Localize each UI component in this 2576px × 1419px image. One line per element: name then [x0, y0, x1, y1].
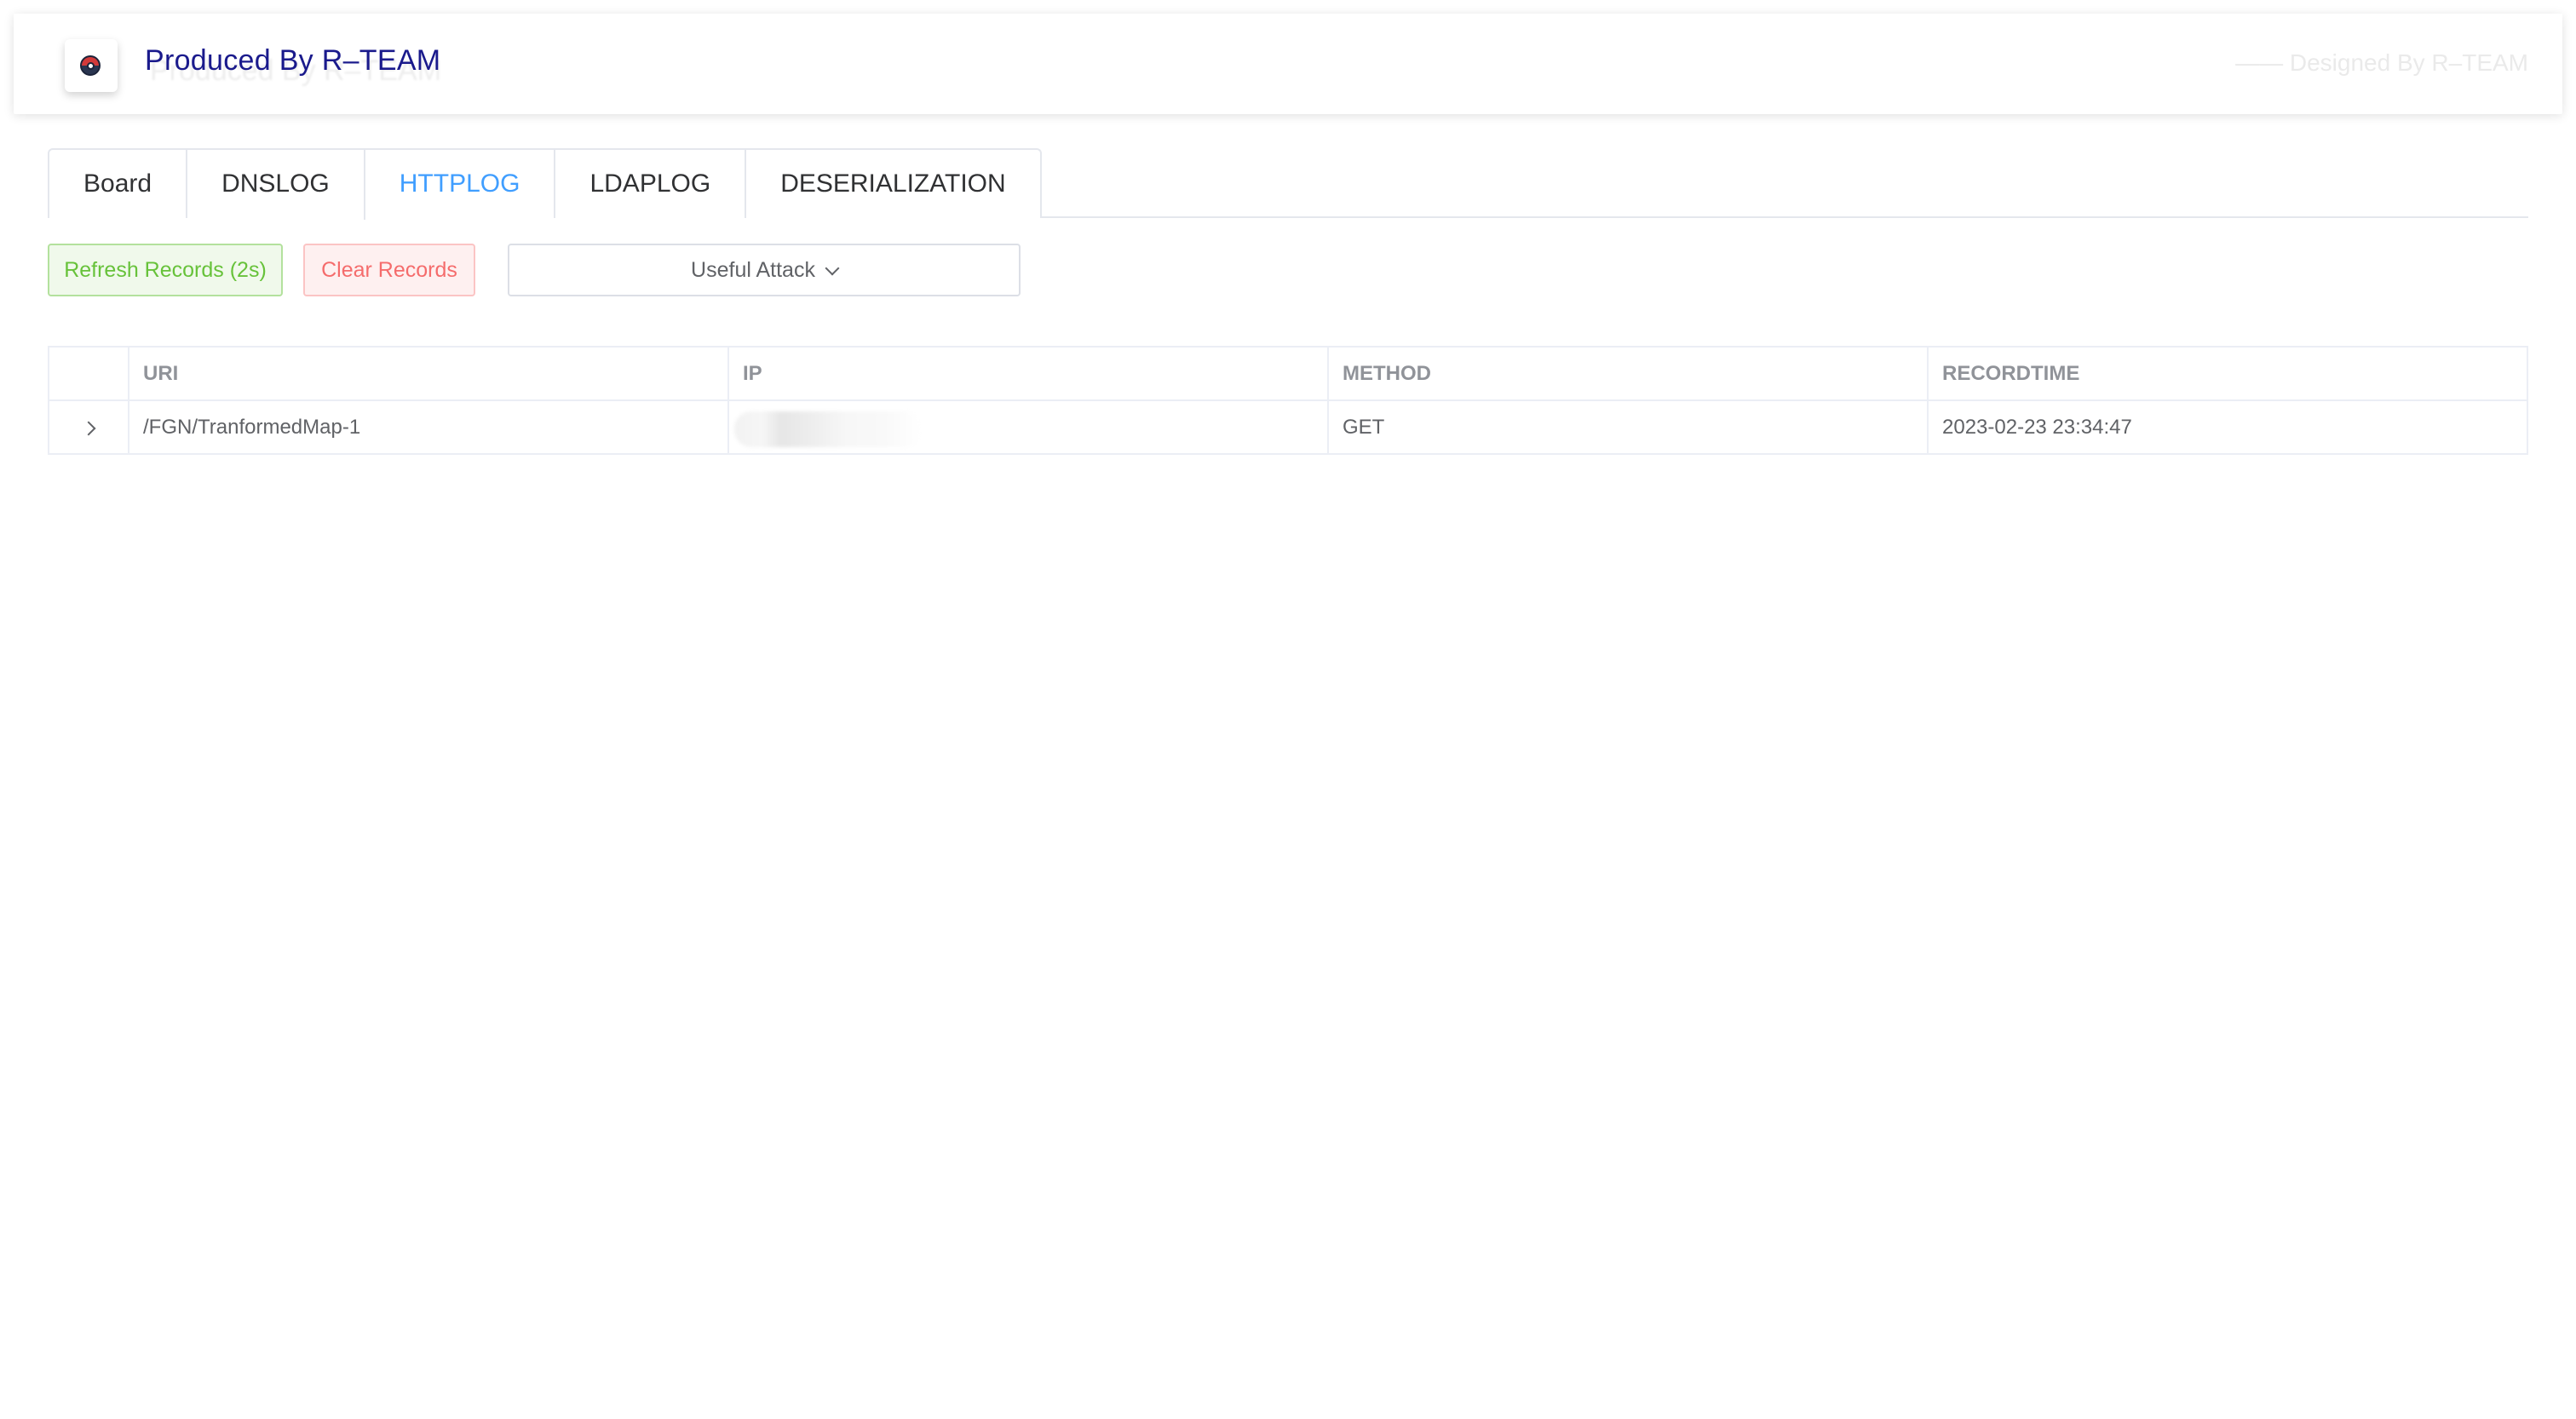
chevron-down-icon	[825, 261, 840, 276]
clear-records-button[interactable]: Clear Records	[303, 244, 475, 296]
cell-ip	[727, 399, 1329, 455]
column-header-uri: URI	[128, 346, 729, 401]
expand-column-header	[48, 346, 129, 401]
tab-strip: Board DNSLOG HTTPLOG LDAPLOG DESERIALIZA…	[48, 148, 1042, 220]
useful-attack-dropdown[interactable]: Useful Attack	[508, 244, 1021, 296]
column-header-method: METHOD	[1327, 346, 1929, 401]
column-header-ip: IP	[727, 346, 1329, 401]
brand-title: Produced By R–TEAM	[145, 44, 441, 77]
redacted-ip	[734, 411, 922, 447]
designed-by-text: —— Designed By R–TEAM	[2235, 49, 2528, 76]
app-header: Produced By R–TEAM Produced By R–TEAM ——…	[14, 14, 2562, 114]
table-header-row: URI IP METHOD RECORDTIME	[48, 346, 2528, 401]
tab-httplog[interactable]: HTTPLOG	[363, 150, 555, 220]
tab-ldaplog[interactable]: LDAPLOG	[554, 150, 745, 218]
tab-board[interactable]: Board	[49, 150, 186, 218]
records-table: URI IP METHOD RECORDTIME /FGN/Tranformed…	[48, 346, 2528, 455]
pokeball-icon	[80, 55, 101, 76]
chevron-right-icon	[81, 421, 96, 435]
cell-method: GET	[1327, 399, 1929, 455]
tab-deserialization[interactable]: DESERIALIZATION	[745, 150, 1040, 218]
table-row: /FGN/TranformedMap-1 GET 2023-02-23 23:3…	[48, 399, 2528, 455]
tab-bar: Board DNSLOG HTTPLOG LDAPLOG DESERIALIZA…	[48, 148, 2528, 220]
refresh-records-button[interactable]: Refresh Records (2s)	[48, 244, 283, 296]
column-header-recordtime: RECORDTIME	[1927, 346, 2528, 401]
cell-uri: /FGN/TranformedMap-1	[128, 399, 729, 455]
useful-attack-label: Useful Attack	[691, 258, 815, 282]
tab-dnslog[interactable]: DNSLOG	[186, 150, 364, 218]
row-expand-toggle[interactable]	[48, 399, 129, 455]
cell-recordtime: 2023-02-23 23:34:47	[1927, 399, 2528, 455]
logo	[65, 39, 118, 92]
